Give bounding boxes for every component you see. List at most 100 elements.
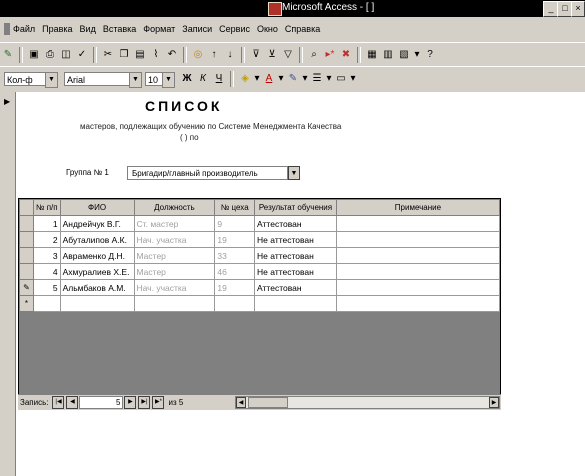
last-record-icon[interactable]: ▶|: [138, 396, 151, 409]
scroll-left-icon[interactable]: ◀: [236, 397, 246, 408]
line-color-icon[interactable]: ✎: [286, 72, 300, 86]
properties-icon[interactable]: ▦: [365, 48, 379, 62]
sort-ascending-icon[interactable]: ↑: [207, 48, 221, 62]
field-combo[interactable]: Кол-ф ▼: [4, 72, 58, 88]
font-combo[interactable]: Arial ▼: [64, 72, 142, 88]
filter-by-selection-icon[interactable]: ⊽: [249, 48, 263, 62]
cell-name[interactable]: [59, 295, 135, 312]
underline-icon[interactable]: Ч: [212, 72, 226, 86]
cut-icon[interactable]: ✂: [101, 48, 115, 62]
form-icon[interactable]: [4, 23, 10, 35]
print-preview-icon[interactable]: ◫: [59, 48, 73, 62]
menu-file[interactable]: Файл: [13, 24, 35, 34]
filter-by-form-icon[interactable]: ⊻: [265, 48, 279, 62]
row-selector[interactable]: ✎: [19, 279, 34, 296]
cell-shop[interactable]: 19: [214, 231, 256, 248]
previous-record-icon[interactable]: ◀: [66, 396, 79, 409]
view-icon[interactable]: ✎: [1, 48, 15, 62]
menu-records[interactable]: Записи: [182, 24, 212, 34]
cell-num[interactable]: 3: [32, 247, 61, 264]
cell-result[interactable]: Аттестован: [254, 215, 337, 232]
group-combo[interactable]: Бригадир/главный производитель: [127, 166, 288, 180]
cell-result[interactable]: Не аттестован: [254, 247, 337, 264]
cell-result[interactable]: Не аттестован: [254, 231, 337, 248]
menu-edit[interactable]: Правка: [42, 24, 72, 34]
undo-icon[interactable]: ↶: [165, 48, 179, 62]
cell-num[interactable]: 2: [32, 231, 61, 248]
record-selector-bar[interactable]: ▶: [0, 92, 16, 476]
row-selector[interactable]: [19, 263, 34, 280]
chevron-down-icon[interactable]: ▼: [129, 72, 142, 88]
special-effect-icon[interactable]: ▭: [334, 72, 348, 86]
delete-record-icon[interactable]: ✖: [339, 48, 353, 62]
chevron-down-icon[interactable]: ▼: [288, 166, 300, 180]
cell-num[interactable]: 1: [32, 215, 61, 232]
cell-note[interactable]: [335, 215, 500, 232]
chevron-down-icon[interactable]: ▾: [302, 72, 308, 86]
cell-result[interactable]: Не аттестован: [254, 263, 337, 280]
new-record-nav-icon[interactable]: ▶*: [152, 396, 165, 409]
column-header-name[interactable]: ФИО: [59, 199, 135, 216]
scroll-thumb[interactable]: [248, 397, 288, 408]
menu-window[interactable]: Окно: [257, 24, 278, 34]
column-header-num[interactable]: № п/п: [32, 199, 61, 216]
cell-shop[interactable]: 33: [214, 247, 256, 264]
cell-result[interactable]: [254, 295, 337, 312]
cell-position[interactable]: Ст. мастер: [133, 215, 216, 232]
print-icon[interactable]: ⎙: [43, 48, 57, 62]
copy-icon[interactable]: ❐: [117, 48, 131, 62]
cell-position[interactable]: Нач. участка: [133, 279, 216, 296]
chevron-down-icon[interactable]: ▼: [45, 72, 58, 88]
cell-result[interactable]: Аттестован: [254, 279, 337, 296]
cell-note[interactable]: [335, 247, 500, 264]
cell-name[interactable]: Ахмуралиев Х.Е.: [59, 263, 135, 280]
scroll-right-icon[interactable]: ▶: [489, 397, 499, 408]
record-number-input[interactable]: 5: [79, 396, 124, 409]
bold-icon[interactable]: Ж: [180, 72, 194, 86]
cell-note[interactable]: [335, 279, 500, 296]
chevron-down-icon[interactable]: ▾: [278, 72, 284, 86]
paste-icon[interactable]: ▤: [133, 48, 147, 62]
save-icon[interactable]: ▣: [27, 48, 41, 62]
cell-name[interactable]: Андрейчук В.Г.: [59, 215, 135, 232]
horizontal-scrollbar[interactable]: ◀ ▶: [235, 396, 500, 409]
menu-help[interactable]: Справка: [285, 24, 320, 34]
cell-name[interactable]: Авраменко Д.Н.: [59, 247, 135, 264]
cell-shop[interactable]: 46: [214, 263, 256, 280]
italic-icon[interactable]: К: [196, 72, 210, 86]
cell-note[interactable]: [335, 231, 500, 248]
cell-shop[interactable]: 9: [214, 215, 256, 232]
cell-shop[interactable]: [214, 295, 256, 312]
new-object-icon[interactable]: ▧: [397, 48, 411, 62]
corner-selector[interactable]: [19, 199, 34, 216]
cell-position[interactable]: Нач. участка: [133, 231, 216, 248]
menu-view[interactable]: Вид: [80, 24, 96, 34]
cell-position[interactable]: [133, 295, 216, 312]
row-selector[interactable]: [19, 231, 34, 248]
spelling-icon[interactable]: ✓: [75, 48, 89, 62]
new-record-selector[interactable]: *: [19, 295, 34, 312]
cell-name[interactable]: Альмбаков А.М.: [59, 279, 135, 296]
cell-note[interactable]: [335, 263, 500, 280]
column-header-result[interactable]: Результат обучения: [254, 199, 337, 216]
cell-position[interactable]: Мастер: [133, 263, 216, 280]
cell-name[interactable]: Абуталипов А.К.: [59, 231, 135, 248]
cell-num[interactable]: 4: [32, 263, 61, 280]
cell-note[interactable]: [335, 295, 500, 312]
cell-position[interactable]: Мастер: [133, 247, 216, 264]
find-icon[interactable]: ⌕: [307, 48, 321, 62]
cell-num[interactable]: [32, 295, 61, 312]
menu-tools[interactable]: Сервис: [219, 24, 250, 34]
sort-descending-icon[interactable]: ↓: [223, 48, 237, 62]
cell-shop[interactable]: 19: [214, 279, 256, 296]
menu-format[interactable]: Формат: [143, 24, 175, 34]
help-icon[interactable]: ?: [423, 48, 437, 62]
row-selector[interactable]: [19, 215, 34, 232]
column-header-note[interactable]: Примечание: [335, 199, 500, 216]
database-window-icon[interactable]: ▥: [381, 48, 395, 62]
format-painter-icon[interactable]: ⌇: [149, 48, 163, 62]
line-width-icon[interactable]: ☰: [310, 72, 324, 86]
fill-color-icon[interactable]: ◈: [238, 72, 252, 86]
font-color-icon[interactable]: A: [262, 72, 276, 86]
close-button[interactable]: ×: [571, 1, 585, 17]
